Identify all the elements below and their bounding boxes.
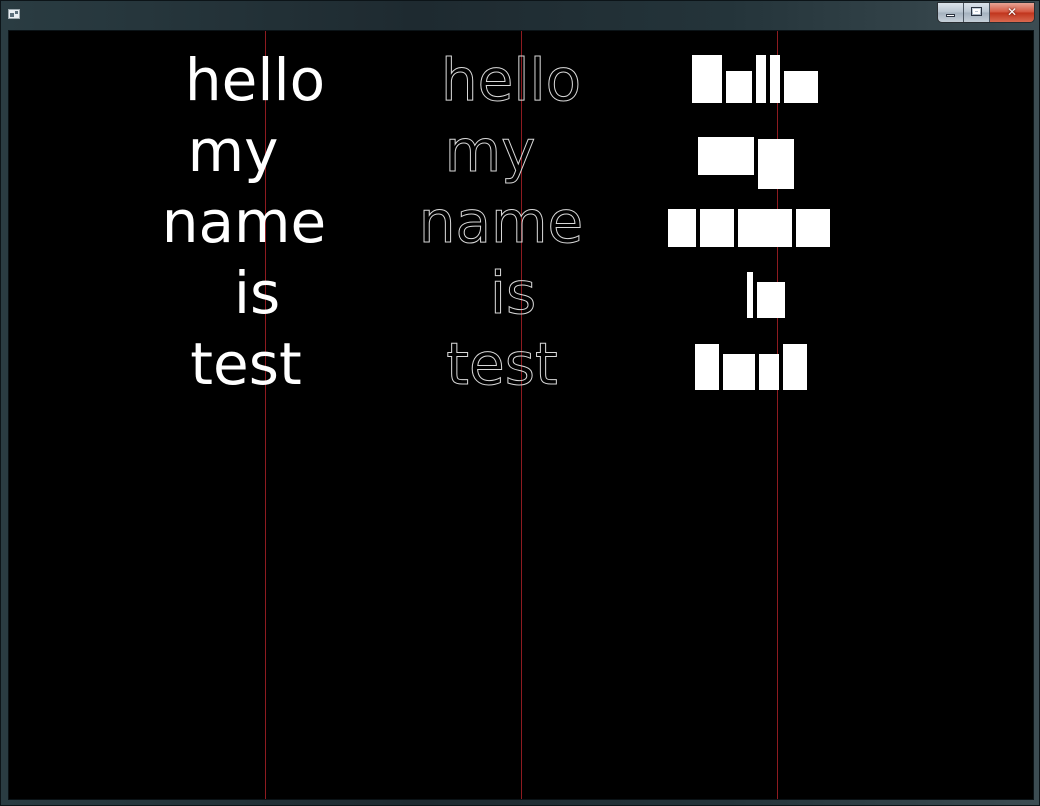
box-glyph xyxy=(796,209,830,247)
box-glyph xyxy=(698,137,754,175)
box-glyph xyxy=(757,282,785,318)
maximize-button[interactable] xyxy=(964,3,990,22)
filled-word-name: name xyxy=(161,188,327,256)
box-glyph xyxy=(770,55,780,103)
box-word-is xyxy=(747,268,785,318)
outline-word-name: name xyxy=(418,188,584,256)
app-window: ✕ hello my name is test hello my name is… xyxy=(0,0,1040,806)
outline-word-test: test xyxy=(446,330,558,398)
box-glyph xyxy=(692,55,722,103)
box-glyph xyxy=(784,71,818,103)
render-canvas: hello my name is test hello my name is t… xyxy=(8,30,1034,800)
box-glyph xyxy=(738,209,792,247)
filled-word-hello: hello xyxy=(184,46,326,114)
box-glyph xyxy=(759,354,779,390)
box-word-hello xyxy=(692,53,818,103)
app-icon[interactable] xyxy=(8,9,20,19)
close-button[interactable]: ✕ xyxy=(990,3,1034,22)
box-glyph xyxy=(668,209,696,247)
box-word-my xyxy=(698,137,794,189)
outline-word-hello: hello xyxy=(440,46,582,114)
filled-word-test: test xyxy=(190,330,302,398)
box-glyph xyxy=(726,71,752,103)
minimize-button[interactable] xyxy=(938,3,964,22)
outline-word-is: is xyxy=(489,259,537,327)
maximize-icon xyxy=(971,7,982,16)
title-bar[interactable]: ✕ xyxy=(1,1,1039,29)
minimize-icon xyxy=(946,14,955,17)
box-word-name xyxy=(668,207,830,247)
box-word-test xyxy=(695,342,807,390)
box-glyph xyxy=(723,354,755,390)
box-glyph xyxy=(756,55,766,103)
outline-word-my: my xyxy=(444,117,536,185)
box-glyph xyxy=(700,209,734,247)
filled-word-my: my xyxy=(187,117,279,185)
close-icon: ✕ xyxy=(1006,5,1018,19)
caption-buttons: ✕ xyxy=(937,2,1035,23)
box-glyph xyxy=(695,344,719,390)
box-glyph xyxy=(783,344,807,390)
box-glyph xyxy=(758,139,794,189)
filled-word-is: is xyxy=(233,259,281,327)
box-glyph xyxy=(747,272,753,318)
